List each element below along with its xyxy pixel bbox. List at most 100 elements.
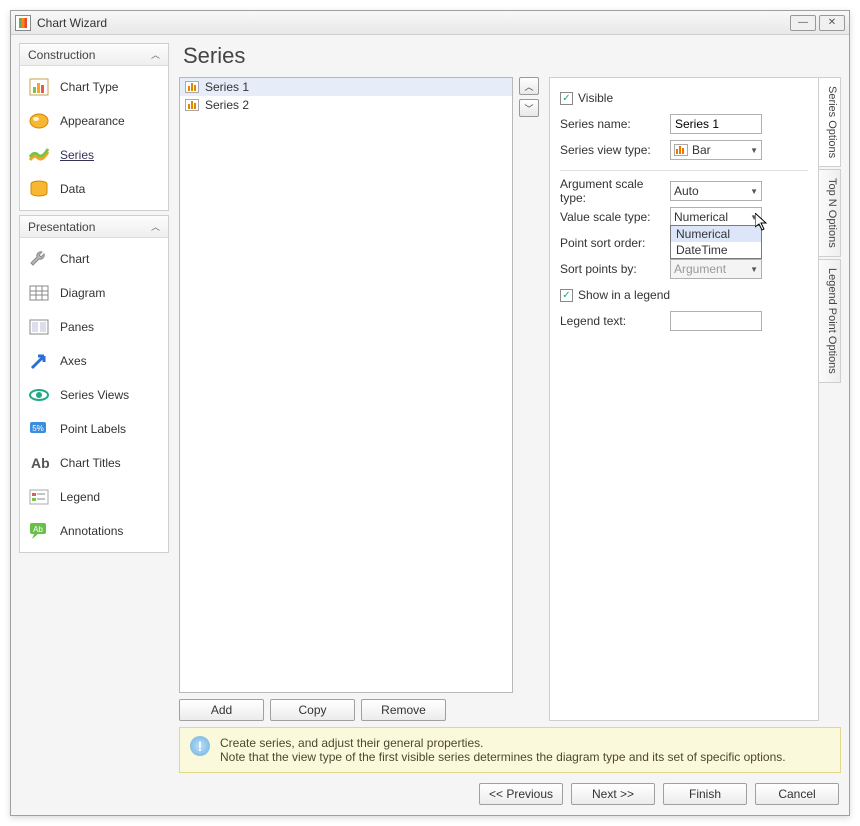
hint-text: Create series, and adjust their general … — [220, 736, 786, 750]
tab-legend-point-options[interactable]: Legend Point Options — [819, 259, 841, 383]
sidebar-group-construction: Construction︿ Chart Type Appearance Seri… — [19, 43, 169, 211]
series-view-type-combo[interactable]: Bar ▼ — [670, 140, 762, 160]
next-button[interactable]: Next >> — [571, 783, 655, 805]
sort-points-by-combo: Argument ▼ — [670, 259, 762, 279]
bar-chart-icon — [674, 144, 688, 156]
grid-icon — [28, 282, 50, 304]
sidebar-item-legend[interactable]: Legend — [22, 480, 166, 514]
field-label: Sort points by: — [560, 262, 670, 276]
sidebar: Construction︿ Chart Type Appearance Seri… — [19, 43, 169, 807]
legend-text-input[interactable] — [670, 311, 762, 331]
sidebar-item-label: Point Labels — [60, 422, 126, 436]
data-icon — [28, 178, 50, 200]
bar-chart-icon — [185, 81, 199, 93]
group-header[interactable]: Construction︿ — [20, 44, 168, 66]
chevron-down-icon: ▼ — [750, 187, 758, 196]
field-label: Visible — [578, 91, 613, 105]
sidebar-item-label: Chart Type — [60, 80, 118, 94]
sidebar-item-label: Panes — [60, 320, 94, 334]
tab-series-options[interactable]: Series Options — [819, 77, 841, 167]
field-label: Legend text: — [560, 314, 670, 328]
dropdown-option[interactable]: Numerical — [671, 226, 761, 242]
group-header[interactable]: Presentation︿ — [20, 216, 168, 238]
sidebar-item-appearance[interactable]: Appearance — [22, 104, 166, 138]
series-icon — [28, 144, 50, 166]
sidebar-item-label: Data — [60, 182, 85, 196]
checkbox-icon: ✓ — [560, 289, 573, 302]
sidebar-item-axes[interactable]: Axes — [22, 344, 166, 378]
chart-type-icon — [28, 76, 50, 98]
sidebar-item-label: Chart Titles — [60, 456, 121, 470]
app-icon — [15, 15, 31, 31]
sidebar-item-series-views[interactable]: Series Views — [22, 378, 166, 412]
close-button[interactable]: ✕ — [819, 15, 845, 31]
tab-top-n-options[interactable]: Top N Options — [819, 169, 841, 257]
dropdown-option[interactable]: DateTime — [671, 242, 761, 258]
annotation-icon: Ab — [28, 520, 50, 542]
sidebar-item-chart[interactable]: Chart — [22, 242, 166, 276]
page-title: Series — [183, 43, 841, 69]
sidebar-item-label: Appearance — [60, 114, 125, 128]
move-down-button[interactable]: ﹀ — [519, 99, 539, 117]
panes-icon — [28, 316, 50, 338]
cancel-button[interactable]: Cancel — [755, 783, 839, 805]
remove-button[interactable]: Remove — [361, 699, 446, 721]
minimize-button[interactable]: — — [790, 15, 816, 31]
field-label: Series name: — [560, 117, 670, 131]
sidebar-item-series[interactable]: Series — [22, 138, 166, 172]
series-listbox[interactable]: Series 1 Series 2 — [179, 77, 513, 693]
move-up-button[interactable]: ︿ — [519, 77, 539, 95]
show-in-legend-checkbox[interactable]: ✓ Show in a legend — [560, 283, 808, 307]
value-scale-type-combo[interactable]: Numerical ▼ — [670, 207, 762, 227]
chevron-down-icon: ▼ — [750, 213, 758, 222]
label-icon: 5% — [28, 418, 50, 440]
checkbox-icon: ✓ — [560, 92, 573, 105]
visible-checkbox[interactable]: ✓ Visible — [560, 86, 808, 110]
info-icon: ! — [190, 736, 210, 756]
list-item[interactable]: Series 2 — [180, 96, 512, 114]
appearance-icon — [28, 110, 50, 132]
list-item-label: Series 2 — [205, 98, 249, 112]
field-label: Point sort order: — [560, 236, 670, 250]
sidebar-item-annotations[interactable]: AbAnnotations — [22, 514, 166, 548]
list-item[interactable]: Series 1 — [180, 78, 512, 96]
sidebar-item-panes[interactable]: Panes — [22, 310, 166, 344]
field-label: Value scale type: — [560, 210, 670, 224]
sidebar-item-chart-titles[interactable]: Ab Chart Titles — [22, 446, 166, 480]
eye-icon — [28, 384, 50, 406]
legend-icon — [28, 486, 50, 508]
hint-panel: ! Create series, and adjust their genera… — [179, 727, 841, 773]
sidebar-item-diagram[interactable]: Diagram — [22, 276, 166, 310]
chevron-down-icon: ▼ — [750, 146, 758, 155]
copy-button[interactable]: Copy — [270, 699, 355, 721]
sidebar-item-point-labels[interactable]: 5% Point Labels — [22, 412, 166, 446]
sidebar-item-label: Diagram — [60, 286, 105, 300]
chevron-down-icon: ▼ — [750, 265, 758, 274]
field-label: Series view type: — [560, 143, 670, 157]
chevron-up-icon: ︿ — [151, 48, 160, 61]
svg-text:5%: 5% — [32, 424, 44, 433]
series-name-input[interactable] — [670, 114, 762, 134]
argument-scale-type-combo[interactable]: Auto ▼ — [670, 181, 762, 201]
svg-text:Ab: Ab — [33, 525, 43, 534]
bar-chart-icon — [185, 99, 199, 111]
hint-text: Note that the view type of the first vis… — [220, 750, 786, 764]
sidebar-item-chart-type[interactable]: Chart Type — [22, 70, 166, 104]
field-label: Show in a legend — [578, 288, 670, 302]
chevron-up-icon: ︿ — [151, 220, 160, 233]
sidebar-item-label: Legend — [60, 490, 100, 504]
list-item-label: Series 1 — [205, 80, 249, 94]
sidebar-item-label: Axes — [60, 354, 87, 368]
sidebar-item-data[interactable]: Data — [22, 172, 166, 206]
previous-button[interactable]: << Previous — [479, 783, 563, 805]
sidebar-group-presentation: Presentation︿ Chart Diagram Panes Axes S… — [19, 215, 169, 553]
add-button[interactable]: Add — [179, 699, 264, 721]
field-label: Argument scale type: — [560, 177, 670, 205]
properties-panel: ✓ Visible Series name: Series view type:… — [549, 77, 819, 721]
finish-button[interactable]: Finish — [663, 783, 747, 805]
svg-text:Ab: Ab — [31, 455, 50, 471]
chart-wizard-window: Chart Wizard — ✕ Construction︿ Chart Typ… — [10, 10, 850, 816]
wrench-icon — [28, 248, 50, 270]
sidebar-item-label: Chart — [60, 252, 89, 266]
value-scale-type-dropdown[interactable]: Numerical DateTime — [670, 225, 762, 259]
